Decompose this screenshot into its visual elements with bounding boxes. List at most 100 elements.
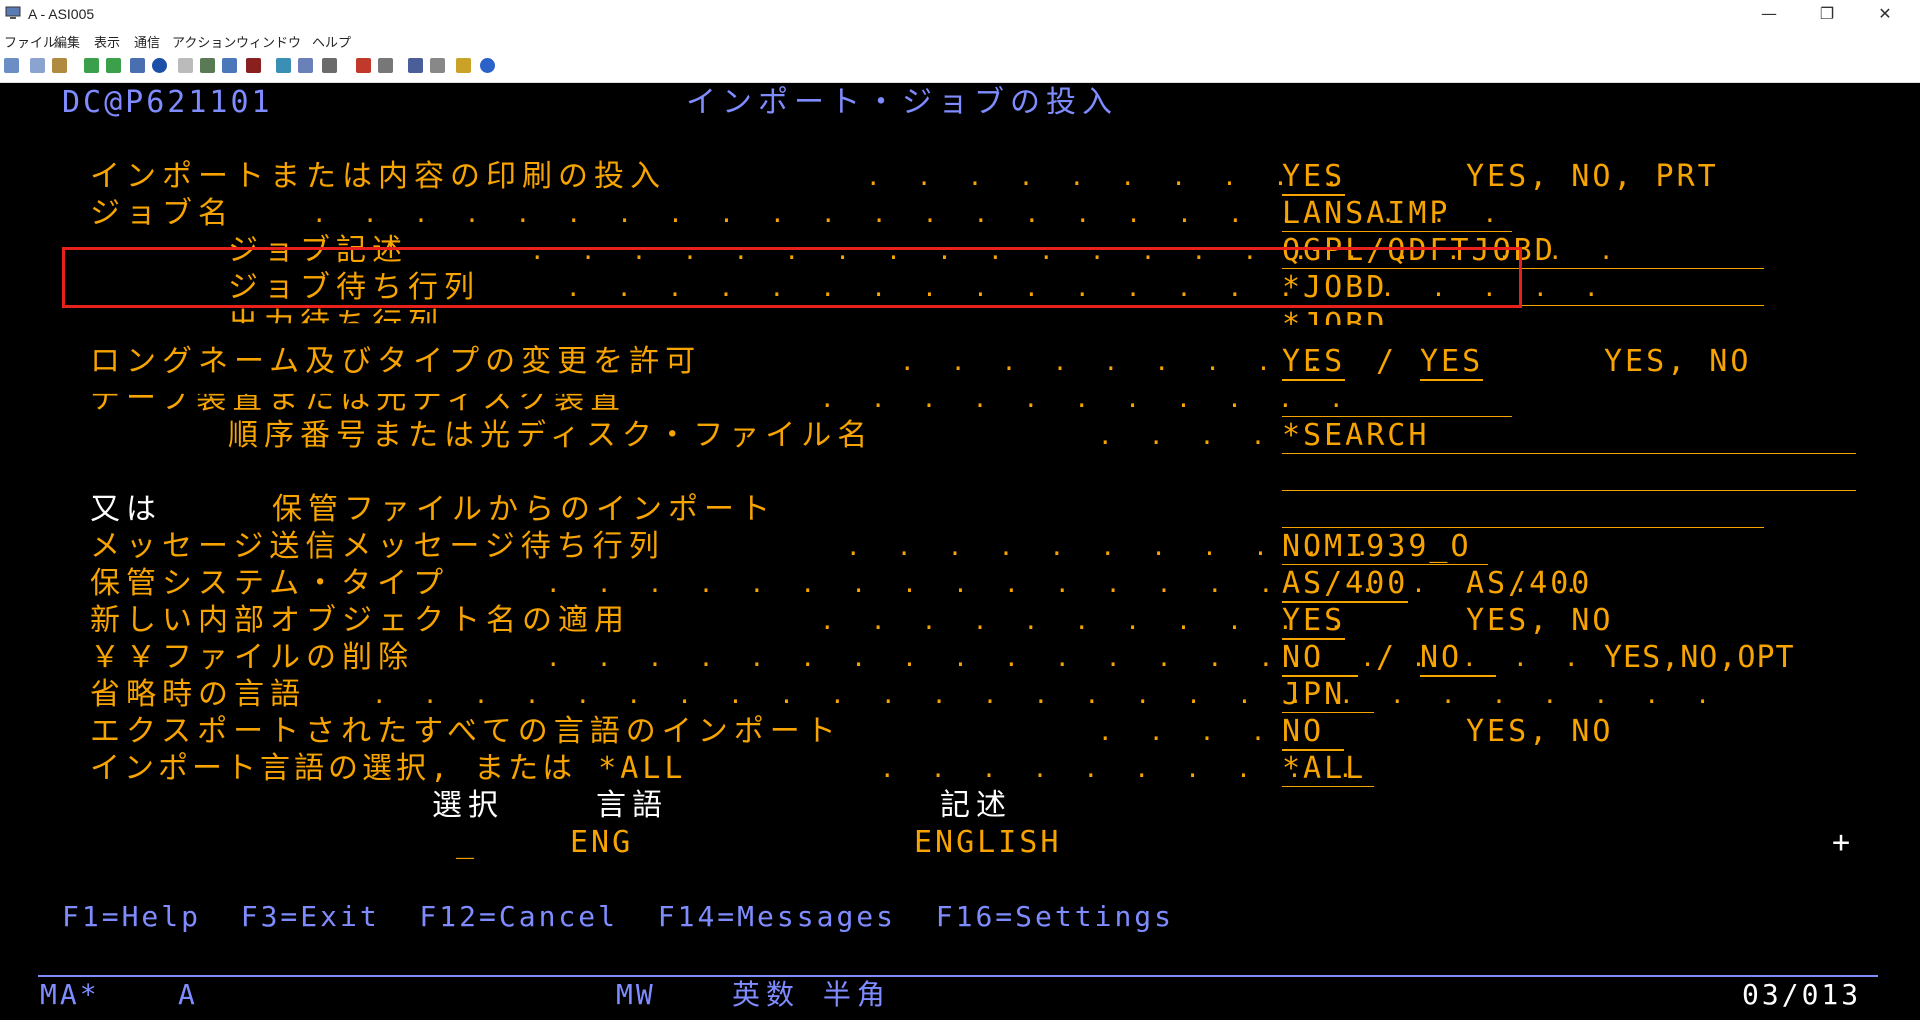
leader-dots: . . . . . . . . . .	[866, 163, 1350, 191]
field-underline	[1282, 712, 1374, 713]
menu-file[interactable]: ファイル	[4, 32, 56, 51]
leader-dots: . . . . . . . . . . .	[820, 607, 1355, 635]
field-allow-type-change[interactable]: YES	[1420, 345, 1484, 381]
status-ime: 英数 半角	[732, 978, 891, 1011]
field-save-file[interactable]	[1282, 527, 1764, 528]
print-icon[interactable]	[52, 58, 67, 73]
label-sequence-number: 順序番号または光ディスク・ファイル名	[228, 418, 874, 453]
screen-id: DC@P621101	[62, 85, 273, 120]
label-import-language-select: インポート言語の選択, または *ALL	[90, 751, 687, 786]
log-icon[interactable]	[356, 58, 371, 73]
script-icon[interactable]	[378, 58, 393, 73]
label-default-language: 省略時の言語	[90, 677, 306, 712]
status-mode: MW	[616, 978, 656, 1011]
label-submit-import: インポートまたは内容の印刷の投入	[90, 159, 666, 194]
field-submit-import[interactable]: YES	[1282, 160, 1346, 196]
copy-icon[interactable]	[4, 58, 19, 73]
hint-submit-import: YES, NO, PRT	[1466, 159, 1719, 194]
column-header-language: 言語	[596, 788, 668, 823]
menu-bar: ファイル 編集 表示 通信 アクション ウィンドウ ヘルプ	[0, 28, 1920, 51]
page-title: インポート・ジョブの投入	[686, 85, 1118, 120]
status-divider	[38, 975, 1878, 977]
label-message-queue: メッセージ送信メッセージ待ち行列	[90, 529, 665, 564]
field-job-name[interactable]: LANSAIMP	[1282, 197, 1451, 231]
value-separator: /	[1376, 640, 1398, 675]
map-icon[interactable]	[152, 58, 167, 73]
help-icon[interactable]	[480, 58, 495, 73]
field-allow-longname-change[interactable]: YES	[1282, 345, 1346, 381]
restore-button[interactable]: ❐	[1804, 2, 1850, 26]
menu-action[interactable]: アクション	[172, 32, 236, 51]
field-default-language[interactable]: JPN	[1282, 678, 1345, 712]
hint-import-all-languages: YES, NO	[1466, 714, 1614, 749]
receive-icon[interactable]	[106, 58, 121, 73]
title-bar: A - ASI005 — ❐ ✕	[0, 0, 1920, 28]
label-delete-files: ￥￥ファイルの削除	[90, 640, 414, 675]
label-import-all-languages: エクスポートされたすべての言語のインポート	[90, 714, 842, 749]
clipboard-icon[interactable]	[430, 58, 445, 73]
hint-allow-longname-change: YES, NO	[1604, 344, 1752, 379]
leader-dots: . . . . . . . . . . . . . . . . . . . . …	[372, 681, 1721, 709]
value-separator: /	[1376, 344, 1398, 379]
minimize-button[interactable]: —	[1746, 2, 1792, 26]
leader-dots: . . . . . . . . . . .	[820, 385, 1355, 413]
label-save-file-import: 保管ファイルからのインポート	[272, 492, 776, 527]
function-key-legend: F1=Help F3=Exit F12=Cancel F14=Messages …	[62, 900, 1175, 933]
menu-help[interactable]: ヘルプ	[312, 32, 351, 51]
window-title: A - ASI005	[28, 6, 95, 22]
play-icon[interactable]	[200, 58, 215, 73]
more-indicator: +	[1832, 825, 1854, 860]
close-button[interactable]: ✕	[1862, 2, 1908, 26]
field-delete-files[interactable]: NO	[1282, 641, 1359, 677]
field-message-queue[interactable]: NOMI939_O	[1282, 530, 1472, 564]
notes-icon[interactable]	[456, 58, 471, 73]
menu-edit[interactable]: 編集	[54, 32, 80, 51]
column-header-description: 記述	[940, 788, 1012, 823]
field-underline	[1282, 490, 1856, 491]
highlight-box	[62, 247, 1522, 308]
settings-icon[interactable]	[276, 58, 291, 73]
transfer-icon[interactable]	[322, 58, 337, 73]
keypad-icon[interactable]	[246, 58, 261, 73]
label-apply-internal-name: 新しい内部オブジェクト名の適用	[90, 603, 630, 638]
language-row-select-field[interactable]: _	[456, 826, 477, 860]
language-row-code: ENG	[570, 825, 634, 860]
macro-icon[interactable]	[130, 58, 145, 73]
terminal-app-icon	[5, 6, 21, 19]
menu-communication[interactable]: 通信	[134, 32, 160, 51]
hint-save-system-type: AS/400	[1466, 566, 1593, 601]
hint-apply-internal-name: YES, NO	[1466, 603, 1614, 638]
hint-delete-files: YES,NO,OPT	[1604, 640, 1795, 675]
shortcut-icon[interactable]	[408, 58, 423, 73]
leader-dots: . . . .	[1098, 718, 1277, 746]
label-allow-longname-change: ロングネーム及びタイプの変更を許可	[90, 344, 702, 379]
language-row-description: ENGLISH	[914, 825, 1062, 860]
record-icon[interactable]	[178, 58, 193, 73]
field-underline	[1282, 453, 1856, 454]
tools-icon[interactable]	[298, 58, 313, 73]
field-import-all-languages[interactable]: NO	[1282, 715, 1345, 751]
status-cursor-position: 03/013	[1742, 978, 1862, 1011]
leader-dots: . . . . . . . . . . . . . . . . . . . . …	[546, 570, 1590, 598]
field-apply-internal-name[interactable]: YES	[1282, 604, 1346, 640]
send-icon[interactable]	[84, 58, 99, 73]
field-underline	[1282, 786, 1374, 787]
field-underline	[1282, 564, 1488, 565]
column-header-select: 選択	[432, 788, 504, 823]
field-tape-device[interactable]	[1282, 416, 1512, 417]
stop-icon[interactable]	[222, 58, 237, 73]
field-save-system-type[interactable]: AS/400	[1282, 567, 1409, 603]
field-import-language-select[interactable]: *ALL	[1282, 752, 1366, 786]
status-indicator: MA*	[40, 978, 100, 1011]
paste-icon[interactable]	[30, 58, 45, 73]
field-delete-files-2[interactable]: NO	[1420, 641, 1497, 677]
toolbar	[0, 50, 1920, 83]
field-sequence-number[interactable]: *SEARCH	[1282, 419, 1429, 453]
leader-dots: . . . . . . . . .	[900, 348, 1333, 376]
label-job-name: ジョブ名	[90, 196, 234, 231]
label-or: 又は	[90, 492, 162, 527]
menu-window[interactable]: ウィンドウ	[236, 32, 301, 51]
status-session: A	[178, 978, 198, 1011]
leader-dots: . . . .	[1098, 422, 1277, 450]
menu-view[interactable]: 表示	[94, 32, 120, 51]
